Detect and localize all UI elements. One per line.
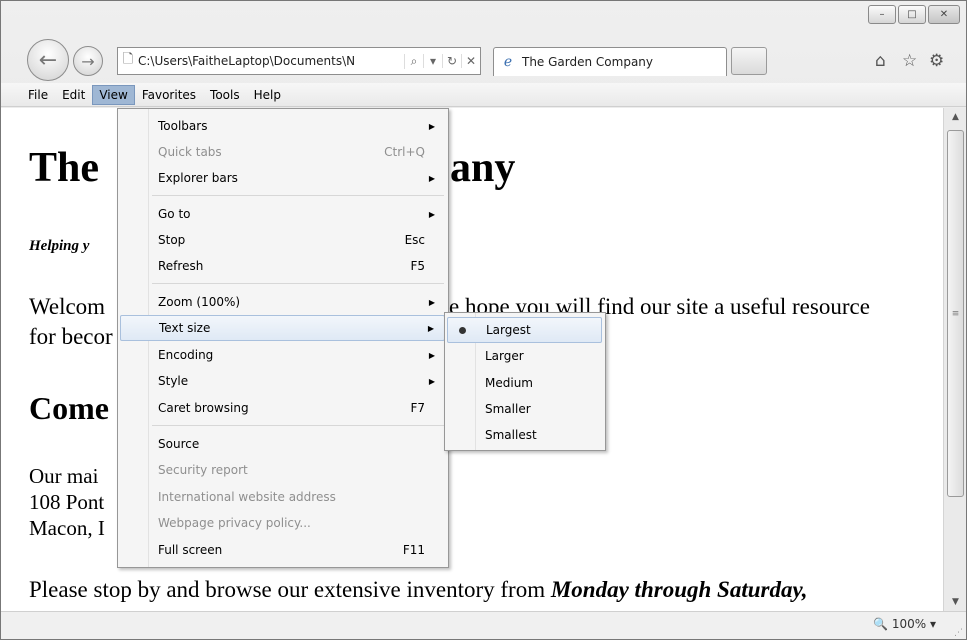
menu-help[interactable]: Help <box>247 85 288 105</box>
resize-grip-icon[interactable]: ⋰ <box>954 628 963 638</box>
window-controls: – □ ✕ <box>868 5 960 24</box>
address-line-2: 108 Pont <box>29 490 105 514</box>
submenu-arrow-icon: ▶ <box>428 376 435 386</box>
hours-text: Please stop by and browse our extensive … <box>29 577 808 603</box>
menu-item-go-to[interactable]: Go to ▶ <box>120 201 445 227</box>
submenu-arrow-icon: ▶ <box>428 350 435 360</box>
menu-bar: File Edit View Favorites Tools Help <box>1 83 966 107</box>
minimize-button[interactable]: – <box>868 5 896 24</box>
menu-item-caret-browsing[interactable]: Caret browsing F7 <box>120 395 445 421</box>
menu-item-stop[interactable]: Stop Esc <box>120 227 445 253</box>
tab-active[interactable]: ℯ The Garden Company <box>493 47 727 76</box>
section-heading: Come <box>29 390 109 426</box>
maximize-button[interactable]: □ <box>898 5 926 24</box>
menu-item-style[interactable]: Style ▶ <box>120 368 445 394</box>
scrollbar-thumb[interactable]: ≡ <box>947 130 964 497</box>
text-size-largest[interactable]: Largest <box>447 317 602 343</box>
menu-item-security-report: Security report <box>158 463 248 477</box>
scroll-down-arrow-icon[interactable]: ▼ <box>944 593 966 611</box>
text-size-smallest[interactable]: Smallest <box>447 422 602 448</box>
welcome-text-line2: for becor <box>29 324 113 349</box>
text-size-medium[interactable]: Medium <box>447 370 602 396</box>
page-icon: 🗋 <box>122 52 134 67</box>
hours-text-emphasis: Monday through Saturday, <box>550 577 808 602</box>
menu-favorites[interactable]: Favorites <box>135 85 203 105</box>
address-bar[interactable]: 🗋 C:\Users\FaitheLaptop\Documents\N ⌕ ▾ … <box>117 47 481 75</box>
menu-tools[interactable]: Tools <box>203 85 247 105</box>
address-url[interactable]: C:\Users\FaitheLaptop\Documents\N <box>138 54 404 68</box>
menu-separator <box>152 283 444 284</box>
status-bar: 🔍 100% ▾ ⋰ <box>1 611 966 639</box>
menu-item-privacy-policy: Webpage privacy policy... <box>158 516 311 530</box>
menu-item-quick-tabs: Quick tabs Ctrl+Q <box>158 145 425 159</box>
gear-icon[interactable]: ⚙ <box>929 51 944 71</box>
submenu-arrow-icon: ▶ <box>428 209 435 219</box>
text-size-smaller[interactable]: Smaller <box>447 396 602 422</box>
scroll-up-arrow-icon[interactable]: ▲ <box>944 108 966 126</box>
submenu-arrow-icon: ▶ <box>428 121 435 131</box>
menu-file[interactable]: File <box>21 85 55 105</box>
address-line-3: Macon, I <box>29 516 105 540</box>
tab-title: The Garden Company <box>522 55 654 69</box>
close-button[interactable]: ✕ <box>928 5 960 24</box>
search-icon[interactable]: ⌕ <box>404 53 423 69</box>
menu-view[interactable]: View <box>92 84 135 105</box>
submenu-arrow-icon: ▶ <box>427 323 434 333</box>
menu-edit[interactable]: Edit <box>55 85 92 105</box>
address-line-1: Our mai <box>29 464 99 488</box>
view-menu: Toolbars ▶ Quick tabs Ctrl+Q Explorer bars… <box>117 108 449 568</box>
back-icon: ← <box>38 47 58 73</box>
page-heading-right: any <box>450 145 516 191</box>
text-size-submenu: Largest Larger Medium Smaller Smallest <box>444 312 606 451</box>
radio-selected-icon <box>459 326 466 334</box>
back-button[interactable]: ← <box>27 39 69 81</box>
submenu-arrow-icon: ▶ <box>428 297 435 307</box>
ie-icon: ℯ <box>503 54 513 70</box>
menu-item-encoding[interactable]: Encoding ▶ <box>120 342 445 368</box>
menu-item-full-screen[interactable]: Full screen F11 <box>120 537 445 563</box>
tagline: Helping y <box>29 238 90 254</box>
zoom-value: 100% <box>891 617 927 631</box>
home-icon[interactable]: ⌂ <box>875 51 886 71</box>
dropdown-icon[interactable]: ▾ <box>423 54 442 68</box>
menu-item-explorer-bars[interactable]: Explorer bars ▶ <box>120 165 445 191</box>
vertical-scrollbar[interactable]: ▲ ≡ ▼ <box>943 108 966 611</box>
zoom-level[interactable]: 🔍 100% ▾ <box>873 617 936 631</box>
stop-icon[interactable]: ✕ <box>461 54 480 68</box>
refresh-icon[interactable]: ↻ <box>442 54 461 68</box>
menu-separator <box>152 195 444 196</box>
hours-text-plain: Please stop by and browse our extensive … <box>29 577 551 602</box>
menu-item-text-size[interactable]: Text size ▶ <box>120 315 445 341</box>
text-size-larger[interactable]: Larger <box>447 343 602 369</box>
submenu-arrow-icon: ▶ <box>428 173 435 183</box>
forward-button[interactable]: → <box>73 46 103 76</box>
menu-separator <box>152 425 444 426</box>
menu-item-toolbars[interactable]: Toolbars ▶ <box>120 113 445 139</box>
menu-item-international-address: International website address <box>158 490 336 504</box>
new-tab-button[interactable] <box>731 47 767 75</box>
forward-icon: → <box>81 51 95 71</box>
menu-item-refresh[interactable]: Refresh F5 <box>120 253 445 279</box>
navigation-bar: ← → 🗋 C:\Users\FaitheLaptop\Documents\N … <box>1 39 966 83</box>
browser-window: – □ ✕ ← → 🗋 C:\Users\FaitheLaptop\Docume… <box>0 0 967 640</box>
page-heading-left: The <box>29 145 100 191</box>
welcome-text-left: Welcom <box>29 294 106 319</box>
menu-item-source[interactable]: Source <box>120 431 445 457</box>
favorites-star-icon[interactable]: ☆ <box>902 51 917 71</box>
menu-item-zoom[interactable]: Zoom (100%) ▶ <box>120 289 445 315</box>
